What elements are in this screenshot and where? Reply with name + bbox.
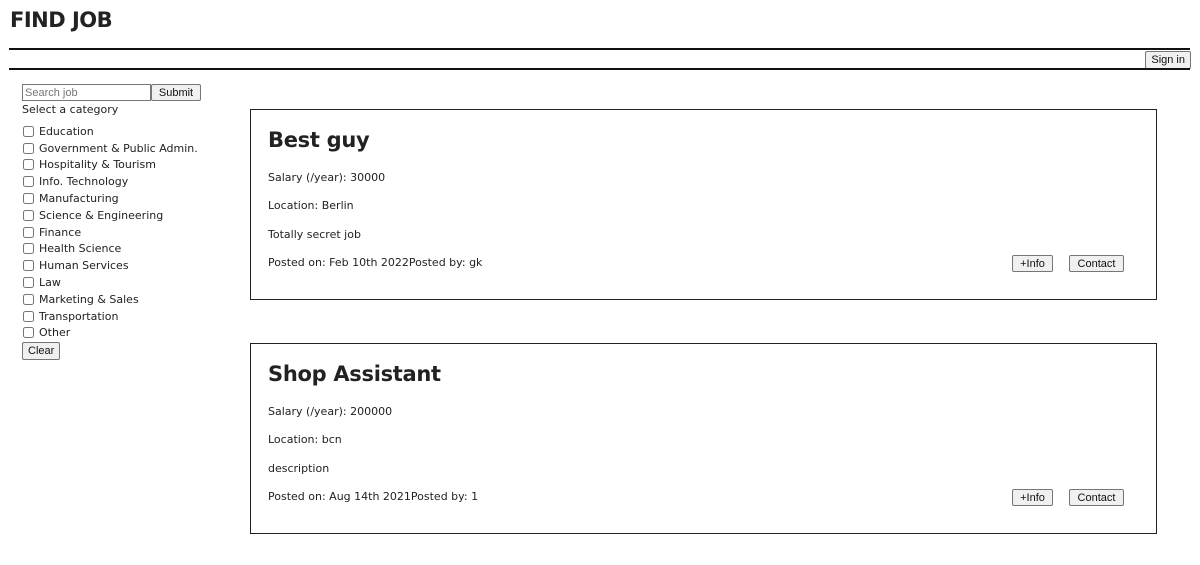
category-label: Government & Public Admin.	[39, 141, 198, 155]
category-heading: Select a category	[22, 103, 119, 116]
category-label: Health Science	[39, 242, 122, 256]
category-item-other[interactable]: Other	[22, 325, 212, 342]
category-item-science-engineering[interactable]: Science & Engineering	[22, 207, 212, 224]
clear-button[interactable]: Clear	[22, 342, 61, 361]
site-title: FIND JOB	[10, 8, 113, 32]
category-item-transportation[interactable]: Transportation	[22, 308, 212, 325]
category-label: Science & Engineering	[39, 208, 164, 222]
job-salary: Salary (/year): 30000	[268, 171, 386, 184]
more-info-button[interactable]: +Info	[1012, 489, 1053, 506]
header-top-divider	[9, 48, 1190, 50]
job-salary: Salary (/year): 200000	[268, 405, 393, 418]
contact-button[interactable]: Contact	[1069, 255, 1124, 272]
contact-button[interactable]: Contact	[1069, 489, 1124, 506]
job-posted-info: Posted on: Aug 14th 2021Posted by: 1	[268, 490, 479, 503]
category-checkbox-law[interactable]	[23, 277, 34, 289]
category-checkbox-hospitality[interactable]	[23, 159, 34, 171]
category-checkbox-health-science[interactable]	[23, 243, 34, 255]
submit-button[interactable]: Submit	[151, 84, 201, 101]
job-title: Shop Assistant	[268, 362, 441, 386]
category-label: Transportation	[39, 309, 119, 323]
sign-in-button[interactable]: Sign in	[1145, 51, 1191, 69]
category-checkbox-manufacturing[interactable]	[23, 193, 34, 205]
category-item-government[interactable]: Government & Public Admin.	[22, 140, 212, 157]
category-checkbox-human-services[interactable]	[23, 260, 34, 272]
job-card: Best guy Salary (/year): 30000 Location:…	[250, 109, 1157, 300]
category-item-marketing-sales[interactable]: Marketing & Sales	[22, 291, 212, 308]
category-item-education[interactable]: Education	[22, 123, 212, 140]
job-description: description	[268, 462, 330, 475]
filter-sidebar: Submit Select a category Education Gover…	[22, 84, 212, 361]
category-checkbox-finance[interactable]	[23, 226, 34, 238]
job-posted-info: Posted on: Feb 10th 2022Posted by: gk	[268, 256, 483, 269]
header-bottom-divider	[9, 68, 1190, 70]
category-item-law[interactable]: Law	[22, 274, 212, 291]
category-item-info-technology[interactable]: Info. Technology	[22, 173, 212, 190]
category-label: Marketing & Sales	[39, 292, 139, 306]
category-label: Human Services	[39, 259, 129, 273]
category-list: Education Government & Public Admin. Hos…	[22, 123, 212, 341]
category-checkbox-government[interactable]	[23, 142, 34, 154]
category-item-manufacturing[interactable]: Manufacturing	[22, 190, 212, 207]
search-form: Submit	[22, 84, 212, 101]
category-label: Info. Technology	[39, 175, 129, 189]
search-input[interactable]	[22, 84, 151, 101]
category-checkbox-transportation[interactable]	[23, 310, 34, 322]
category-checkbox-science-engineering[interactable]	[23, 209, 34, 221]
category-checkbox-marketing-sales[interactable]	[23, 293, 34, 305]
category-item-health-science[interactable]: Health Science	[22, 241, 212, 258]
category-checkbox-info-technology[interactable]	[23, 176, 34, 188]
job-title: Best guy	[268, 128, 370, 152]
category-checkbox-education[interactable]	[23, 125, 34, 137]
category-label: Education	[39, 124, 94, 138]
job-location: Location: Berlin	[268, 199, 354, 212]
job-description: Totally secret job	[268, 228, 361, 241]
job-card: Shop Assistant Salary (/year): 200000 Lo…	[250, 343, 1157, 534]
category-item-human-services[interactable]: Human Services	[22, 257, 212, 274]
category-item-hospitality[interactable]: Hospitality & Tourism	[22, 157, 212, 174]
more-info-button[interactable]: +Info	[1012, 255, 1053, 272]
category-label: Finance	[39, 225, 82, 239]
category-label: Manufacturing	[39, 192, 119, 206]
job-location: Location: bcn	[268, 433, 342, 446]
category-item-finance[interactable]: Finance	[22, 224, 212, 241]
category-checkbox-other[interactable]	[23, 327, 34, 339]
category-label: Law	[39, 276, 61, 290]
category-label: Hospitality & Tourism	[39, 158, 156, 172]
category-label: Other	[39, 326, 71, 340]
